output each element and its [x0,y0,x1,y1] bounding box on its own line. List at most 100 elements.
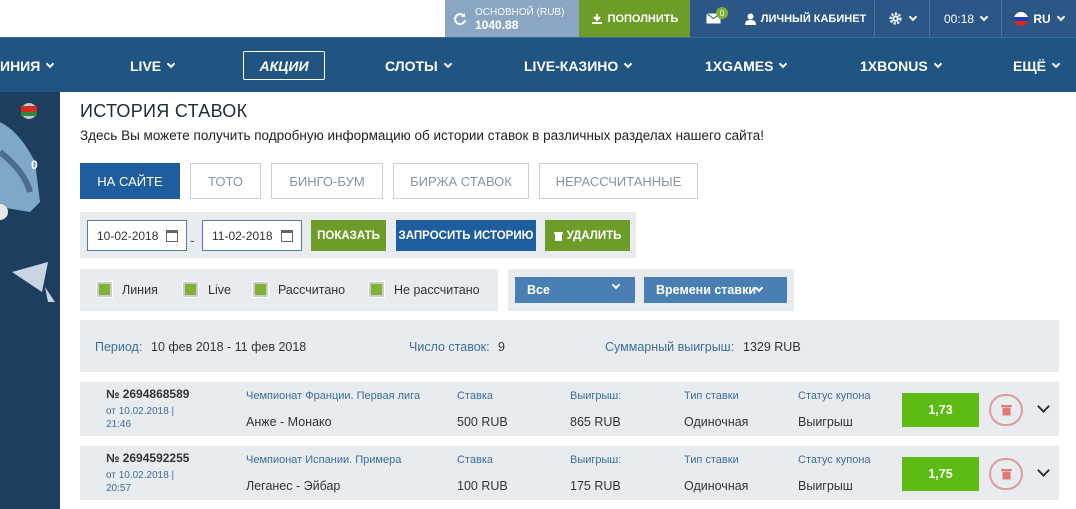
win-value: 865 RUB [570,415,621,429]
status-header: Статус купона [798,454,871,466]
settings-button[interactable] [875,0,929,37]
dropdown-group: Все Времени ставки [508,269,794,311]
nav-item-more[interactable]: ЕЩЁ [1013,38,1061,93]
player-image [0,92,60,509]
type-value: Одиночная [684,415,749,429]
status-value: Выигрыш [798,415,853,429]
date-from-value: 10-02-2018 [97,228,159,243]
mail-badge: 0 [716,7,728,19]
bet-championship: Чемпионат Франции. Первая лига [246,390,421,402]
bet-championship: Чемпионат Испании. Примера [246,454,402,466]
tab-exchange[interactable]: БИРЖА СТАВОК [393,163,529,199]
bet-type-select[interactable]: Все [515,277,635,303]
check-label: Не рассчитано [394,282,480,297]
checkbox[interactable] [182,281,199,298]
cabinet-label: ЛИЧНЫЙ КАБИНЕТ [760,12,867,25]
date-from-field[interactable]: 10-02-2018 [87,220,187,251]
chevron-down-icon [754,283,764,293]
date-to-field[interactable]: 11-02-2018 [202,220,302,251]
status-header: Статус купона [798,390,871,402]
calendar-icon[interactable] [166,230,178,242]
stake-header: Ставка [457,454,493,466]
chevron-down-icon [1056,12,1065,21]
bet-row[interactable]: № 2694592255 от 10.02.2018 | 20:57 Чемпи… [80,446,1059,500]
download-icon [591,13,602,24]
cabinet-button[interactable]: ЛИЧНЫЙ КАБИНЕТ [737,0,874,37]
nav-label: ИНИЯ [0,57,41,74]
bet-row[interactable]: № 2694868589 от 10.02.2018 | 21:46 Чемпи… [80,382,1059,436]
page-subtitle: Здесь Вы можете получить подробную инфор… [80,128,764,143]
trash-icon [1000,469,1012,480]
check-live[interactable]: Live [182,281,231,298]
refresh-icon[interactable] [453,12,467,26]
type-header: Тип ставки [684,390,739,402]
request-history-button[interactable]: ЗАПРОСИТЬ ИСТОРИЮ [396,220,536,251]
date-to-value: 11-02-2018 [212,228,273,243]
delete-bet-button[interactable] [989,394,1023,426]
tab-bingo-boom[interactable]: БИНГО-БУМ [271,163,383,199]
nav-item-live-casino[interactable]: LIVE-КАЗИНО [524,38,633,93]
expand-button[interactable] [1032,400,1050,414]
stake-value: 100 RUB [457,479,508,493]
chevron-down-icon [46,59,55,68]
check-line[interactable]: Линия [96,281,158,298]
nav-item-line[interactable]: ИНИЯ [0,38,55,93]
delete-button[interactable]: УДАЛИТЬ [545,220,630,251]
chevron-down-icon [1037,464,1050,477]
date-separator: - [190,232,195,248]
count-value: 9 [498,340,505,354]
trash-icon [1000,405,1012,416]
check-label: Линия [122,282,158,297]
delete-bet-button[interactable] [989,458,1023,490]
nav-label: 1XBONUS [860,57,928,74]
balance-box[interactable]: ОСНОВНОЙ (RUB) 1040.88 [445,0,579,37]
bet-date: от 10.02.2018 | 20:57 [106,470,175,494]
language-label: RU [1033,11,1051,26]
deposit-button[interactable]: ПОПОЛНИТЬ [579,0,690,37]
checkbox[interactable] [252,281,269,298]
total-win-label: Суммарный выигрыш: [605,340,735,354]
odds-badge[interactable]: 1,75 [902,457,979,491]
top-bar: ОСНОВНОЙ (RUB) 1040.88 ПОПОЛНИТЬ 0 ЛИЧНЫ… [0,0,1076,37]
show-button[interactable]: ПОКАЗАТЬ [311,220,386,251]
sort-select[interactable]: Времени ставки [644,277,787,303]
time-display[interactable]: 00:18 [930,0,1001,37]
nav-item-slots[interactable]: СЛОТЫ [385,38,452,93]
chevron-down-icon [611,280,621,290]
chevron-down-icon [1051,59,1061,68]
stake-value: 500 RUB [457,415,508,429]
expand-button[interactable] [1032,464,1050,478]
tab-unsettled[interactable]: НЕРАССЧИТАННЫЕ [539,163,698,199]
check-label: Live [208,282,231,297]
chevron-down-icon [933,59,942,68]
main-nav: ИНИЯ LIVE АКЦИИ СЛОТЫ LIVE-КАЗИНО 1XGAME… [0,37,1076,92]
chevron-down-icon [979,12,989,21]
status-value: Выигрыш [798,479,853,493]
calendar-icon[interactable] [281,230,293,242]
user-icon [744,13,756,25]
nav-item-promo[interactable]: АКЦИИ [243,51,325,80]
checkbox[interactable] [368,281,385,298]
nav-item-1xbonus[interactable]: 1XBONUS [860,38,942,93]
nav-label: LIVE-КАЗИНО [524,57,619,74]
count-label: Число ставок: [409,340,490,354]
nav-label: ЕЩЁ [1013,57,1046,74]
nav-item-live[interactable]: LIVE [130,38,176,93]
chevron-down-icon [166,59,176,68]
check-unsettled[interactable]: Не рассчитано [368,281,480,298]
check-settled[interactable]: Рассчитано [252,281,345,298]
win-value: 175 RUB [570,479,621,493]
left-live-panel[interactable]: 0 [0,92,60,509]
tab-site[interactable]: НА САЙТЕ [80,163,180,199]
delete-label: УДАЛИТЬ [566,229,622,242]
language-select[interactable]: RU [1002,0,1076,37]
checkbox[interactable] [96,281,113,298]
tab-toto[interactable]: ТОТО [190,163,261,199]
period-label: Период: [95,340,143,354]
mail-button[interactable]: 0 [690,0,737,37]
odds-badge[interactable]: 1,73 [902,393,979,427]
select-value: Времени ставки [656,283,757,297]
select-value: Все [527,283,550,297]
page-title: ИСТОРИЯ СТАВОК [80,101,248,121]
nav-item-1xgames[interactable]: 1XGAMES [705,38,788,93]
